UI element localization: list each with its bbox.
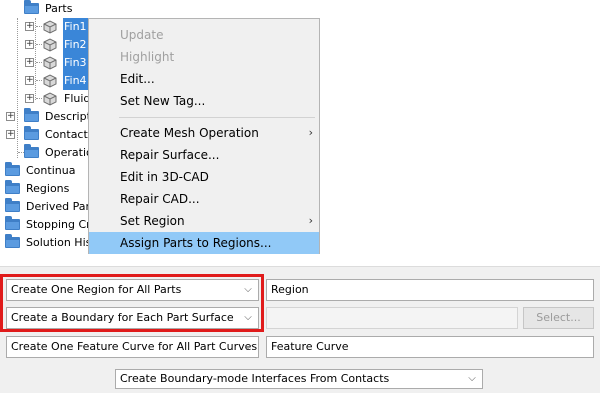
tree-item-solution-histories[interactable]: Solution Histories bbox=[0, 234, 123, 252]
tree-item-label: Parts bbox=[45, 2, 73, 15]
chevron-down-icon: ⌵ bbox=[468, 373, 476, 384]
tree-item-fin2[interactable]: + Fin2 bbox=[0, 36, 95, 54]
feature-curve-mode-select[interactable]: Create One Feature Curve for All Part Cu… bbox=[6, 336, 259, 358]
folder-icon bbox=[24, 126, 39, 140]
expand-icon[interactable]: + bbox=[25, 94, 34, 103]
tree-item-label: Fin3 bbox=[63, 54, 88, 72]
tree-item-label: Contacts bbox=[45, 128, 94, 141]
menu-item-highlight[interactable]: Highlight bbox=[89, 46, 319, 68]
select-button[interactable]: Select... bbox=[523, 307, 594, 329]
submenu-arrow-icon: › bbox=[308, 214, 313, 227]
region-name-value: Region bbox=[271, 283, 309, 296]
folder-icon bbox=[24, 108, 39, 122]
menu-item-label: Set New Tag... bbox=[120, 94, 206, 108]
expand-icon[interactable]: + bbox=[6, 130, 15, 139]
boundary-name-input[interactable] bbox=[266, 307, 518, 329]
tree-item-fluid[interactable]: + Fluid bbox=[0, 90, 95, 108]
tree-item-label: Fin1 bbox=[63, 18, 88, 36]
simulation-tree: Parts + Fin1 + Fin2 + Fin3 + Fin4 + Flui… bbox=[0, 0, 123, 265]
feature-curve-mode-value: Create One Feature Curve for All Part Cu… bbox=[11, 340, 258, 353]
tree-item-regions[interactable]: Regions bbox=[0, 180, 95, 198]
folder-icon bbox=[24, 0, 39, 14]
tree-item-fin1[interactable]: + Fin1 bbox=[0, 18, 95, 36]
menu-item-label: Update bbox=[120, 28, 164, 42]
folder-icon bbox=[5, 162, 20, 176]
tree-item-label: Fin4 bbox=[63, 72, 88, 90]
chevron-down-icon: ⌵ bbox=[244, 341, 252, 352]
menu-item-edit-in-3d-cad[interactable]: Edit in 3D-CAD bbox=[89, 166, 319, 188]
region-name-input[interactable]: Region bbox=[266, 279, 594, 301]
part-icon bbox=[43, 20, 57, 34]
expand-icon[interactable]: + bbox=[25, 40, 34, 49]
menu-item-repair-surface[interactable]: Repair Surface... bbox=[89, 144, 319, 166]
tree-item-continua[interactable]: Continua bbox=[0, 162, 95, 180]
part-icon bbox=[43, 92, 57, 106]
folder-icon bbox=[5, 198, 20, 212]
feature-curve-name-input[interactable]: Feature Curve bbox=[266, 336, 594, 358]
menu-item-label: Edit in 3D-CAD bbox=[120, 170, 209, 184]
tree-item-label: Regions bbox=[26, 182, 70, 195]
tree-item-operations[interactable]: Operations bbox=[0, 144, 105, 162]
part-icon bbox=[43, 56, 57, 70]
menu-item-repair-cad[interactable]: Repair CAD... bbox=[89, 188, 319, 210]
feature-curve-name-value: Feature Curve bbox=[271, 340, 349, 353]
tree-item-label: Continua bbox=[26, 164, 76, 177]
menu-separator bbox=[119, 117, 315, 118]
tree-item-derived-parts[interactable]: Derived Parts bbox=[0, 198, 100, 216]
tree-item-stopping-criteria[interactable]: Stopping Criteria bbox=[0, 216, 119, 234]
menu-item-update[interactable]: Update bbox=[89, 24, 319, 46]
menu-item-label: Edit... bbox=[120, 72, 155, 86]
tree-item-contacts[interactable]: + Contacts bbox=[0, 126, 95, 144]
menu-item-label: Set Region bbox=[120, 214, 185, 228]
submenu-arrow-icon: › bbox=[308, 126, 313, 139]
context-menu: Update Highlight Edit... Set New Tag... … bbox=[88, 18, 320, 254]
tree-item-parts[interactable]: Parts bbox=[0, 0, 95, 18]
menu-item-create-mesh-operation[interactable]: Create Mesh Operation › bbox=[89, 122, 319, 144]
part-icon bbox=[43, 38, 57, 52]
tree-item-fin4[interactable]: + Fin4 bbox=[0, 72, 95, 90]
menu-item-edit[interactable]: Edit... bbox=[89, 68, 319, 90]
part-icon bbox=[43, 74, 57, 88]
tree-item-fin3[interactable]: + Fin3 bbox=[0, 54, 95, 72]
expand-icon[interactable]: + bbox=[25, 58, 34, 67]
tree-item-label: Fin2 bbox=[63, 36, 88, 54]
interface-mode-select[interactable]: Create Boundary-mode Interfaces From Con… bbox=[115, 369, 483, 389]
highlight-box bbox=[0, 274, 264, 332]
menu-item-label: Repair Surface... bbox=[120, 148, 220, 162]
menu-item-set-region[interactable]: Set Region › bbox=[89, 210, 319, 232]
expand-icon[interactable]: + bbox=[6, 112, 15, 121]
menu-item-assign-parts-to-regions[interactable]: Assign Parts to Regions... bbox=[89, 232, 319, 254]
menu-item-label: Highlight bbox=[120, 50, 175, 64]
folder-icon bbox=[5, 234, 20, 248]
expand-icon[interactable]: + bbox=[25, 22, 34, 31]
select-button-label: Select... bbox=[536, 311, 581, 324]
menu-item-set-new-tag[interactable]: Set New Tag... bbox=[89, 90, 319, 112]
folder-icon bbox=[5, 216, 20, 230]
folder-icon bbox=[5, 180, 20, 194]
tree-item-label: Fluid bbox=[64, 92, 91, 105]
interface-mode-value: Create Boundary-mode Interfaces From Con… bbox=[120, 372, 390, 385]
menu-item-label: Repair CAD... bbox=[120, 192, 200, 206]
folder-icon bbox=[24, 144, 39, 158]
tree-item-descriptions[interactable]: + Descriptions bbox=[0, 108, 113, 126]
menu-item-label: Assign Parts to Regions... bbox=[120, 236, 272, 250]
menu-item-label: Create Mesh Operation bbox=[120, 126, 259, 140]
expand-icon[interactable]: + bbox=[25, 76, 34, 85]
